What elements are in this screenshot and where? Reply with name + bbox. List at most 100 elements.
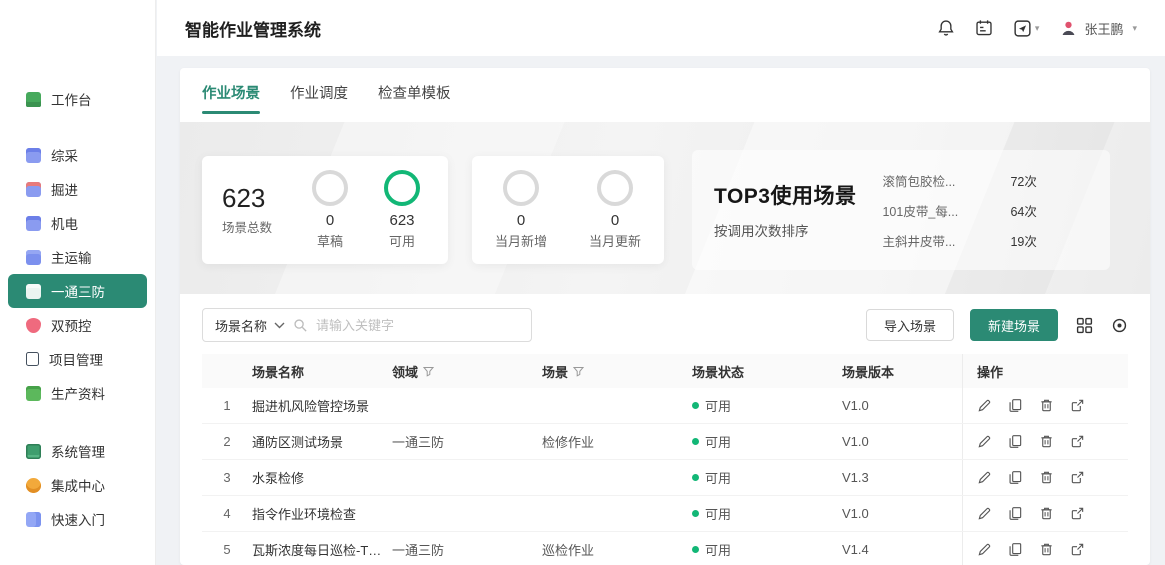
filter-funnel-icon[interactable]	[423, 366, 434, 377]
sidebar-item-label: 双预控	[51, 315, 92, 335]
export-icon[interactable]	[1070, 470, 1085, 485]
stat-value: 0	[517, 212, 525, 229]
row-index: 1	[202, 398, 252, 413]
top3-item: 滚筒包胶检... 72次	[882, 171, 1088, 190]
delete-icon[interactable]	[1039, 506, 1054, 521]
main-panel: 作业场景 作业调度 检查单模板 623 场景总数 0 草稿 623 可用	[180, 68, 1150, 565]
table-toolbar: 场景名称 导入场景 新建场景	[202, 308, 1128, 342]
table-row: 3 水泵检修 可用 V1.3	[202, 460, 1128, 496]
page-title: 智能作业管理系统	[185, 16, 321, 41]
copy-icon[interactable]	[1008, 398, 1023, 413]
edit-icon[interactable]	[977, 542, 992, 557]
table-row: 1 掘进机风险管控场景 可用 V1.0	[202, 388, 1128, 424]
sidebar-item-zhuyunshu[interactable]: 主运输	[8, 240, 147, 274]
copy-icon[interactable]	[1008, 434, 1023, 449]
top3-item-count: 19次	[1010, 231, 1036, 250]
table-row: 4 指令作业环境检查 可用 V1.0	[202, 496, 1128, 532]
top3-item: 主斜井皮带... 19次	[882, 231, 1088, 250]
settings-gear-icon[interactable]	[1111, 317, 1128, 334]
delete-icon[interactable]	[1039, 434, 1054, 449]
copy-icon[interactable]	[1008, 506, 1023, 521]
export-icon[interactable]	[1070, 434, 1085, 449]
delete-icon[interactable]	[1039, 470, 1054, 485]
col-header-name: 场景名称	[252, 362, 392, 381]
delete-icon[interactable]	[1039, 398, 1054, 413]
row-index: 3	[202, 470, 252, 485]
sidebar-item-xiangmuguanli[interactable]: 项目管理	[8, 342, 147, 376]
export-icon[interactable]	[1070, 506, 1085, 521]
sidebar-item-jidian[interactable]: 机电	[8, 206, 147, 240]
status-badge: 可用	[692, 432, 842, 451]
ring-gray	[312, 170, 348, 206]
sidebar-item-juejin[interactable]: 掘进	[8, 172, 147, 206]
copy-icon[interactable]	[1008, 470, 1023, 485]
scene-version: V1.4	[842, 542, 962, 557]
top3-item: 101皮带_每... 64次	[882, 201, 1088, 220]
home-icon	[26, 92, 41, 107]
tab-scene[interactable]: 作业场景	[202, 82, 260, 114]
card-view-icon[interactable]	[1076, 317, 1093, 334]
edit-icon[interactable]	[977, 470, 992, 485]
sidebar-item-label: 综采	[51, 145, 78, 165]
status-dot	[692, 546, 699, 553]
import-scene-button[interactable]: 导入场景	[866, 309, 954, 341]
chevron-down-icon	[274, 322, 285, 329]
sidebar-item-kuairurumen[interactable]: 快速入门	[8, 502, 147, 536]
sidebar-item-label: 项目管理	[49, 349, 103, 369]
total-scenes-value: 623	[222, 184, 304, 213]
panel-icon	[26, 250, 41, 265]
search-icon	[293, 318, 308, 333]
sidebar-item-xitongguanli[interactable]: 系统管理	[8, 434, 147, 468]
sidebar-item-workbench[interactable]: 工作台	[8, 82, 147, 116]
tab-checklist-template[interactable]: 检查单模板	[378, 82, 451, 114]
top3-item-count: 64次	[1010, 201, 1036, 220]
sidebar-item-label: 一通三防	[51, 281, 105, 301]
edit-icon[interactable]	[977, 506, 992, 521]
panel-icon	[26, 284, 41, 299]
shield-icon	[26, 318, 41, 333]
sidebar-item-label: 快速入门	[51, 509, 105, 529]
table-row: 5 瓦斯浓度每日巡检-TF... 一通三防 巡检作业 可用 V1.4	[202, 532, 1128, 565]
scene-name: 水泵检修	[252, 468, 392, 487]
search-combo: 场景名称	[202, 308, 532, 342]
scene-name: 指令作业环境检查	[252, 504, 392, 523]
search-input[interactable]	[316, 318, 519, 333]
stat-label: 当月新增	[495, 231, 547, 250]
status-badge: 可用	[692, 396, 842, 415]
sidebar-item-shengchanziliao[interactable]: 生产资料	[8, 376, 147, 410]
status-dot	[692, 438, 699, 445]
export-icon[interactable]	[1070, 542, 1085, 557]
calendar-icon[interactable]	[975, 19, 993, 37]
bell-icon[interactable]	[937, 19, 955, 37]
mail-icon	[26, 444, 41, 459]
panel-icon	[26, 216, 41, 231]
top3-item-name: 101皮带_每...	[882, 201, 1010, 220]
user-menu[interactable]: 张王鹏 ▾	[1059, 19, 1137, 38]
chevron-down-icon: ▾	[1132, 23, 1137, 34]
stat-month-updated: 0 当月更新	[589, 170, 641, 250]
col-header-ops: 操作	[962, 354, 1128, 388]
sidebar-item-shuangyukong[interactable]: 双预控	[8, 308, 147, 342]
copy-icon[interactable]	[1008, 542, 1023, 557]
filter-funnel-icon[interactable]	[573, 366, 584, 377]
edit-icon[interactable]	[977, 398, 992, 413]
panel-icon	[26, 182, 41, 197]
app-switcher-icon[interactable]: ▾	[1013, 19, 1040, 38]
sidebar: 工作台 综采 掘进 机电 主运输 一通三防 双预控 项目管理 生产资料 系统管理…	[0, 0, 156, 565]
create-scene-button[interactable]: 新建场景	[970, 309, 1058, 341]
tab-schedule[interactable]: 作业调度	[290, 82, 348, 114]
filter-field-select[interactable]: 场景名称	[215, 316, 285, 335]
table-header-row: 场景名称 领域 场景 场景状态 场景版本 操作	[202, 354, 1128, 388]
edit-icon[interactable]	[977, 434, 992, 449]
tab-bar: 作业场景 作业调度 检查单模板	[180, 68, 1150, 114]
scene-version: V1.0	[842, 506, 962, 521]
delete-icon[interactable]	[1039, 542, 1054, 557]
book-icon	[26, 512, 41, 527]
top3-item-name: 滚筒包胶检...	[882, 171, 1010, 190]
sidebar-item-yitongsanfang[interactable]: 一通三防	[8, 274, 147, 308]
export-icon[interactable]	[1070, 398, 1085, 413]
sidebar-item-jichengzhongxin[interactable]: 集成中心	[8, 468, 147, 502]
col-header-version: 场景版本	[842, 362, 962, 381]
sidebar-item-zongcai[interactable]: 综采	[8, 138, 147, 172]
sidebar-item-label: 集成中心	[51, 475, 105, 495]
